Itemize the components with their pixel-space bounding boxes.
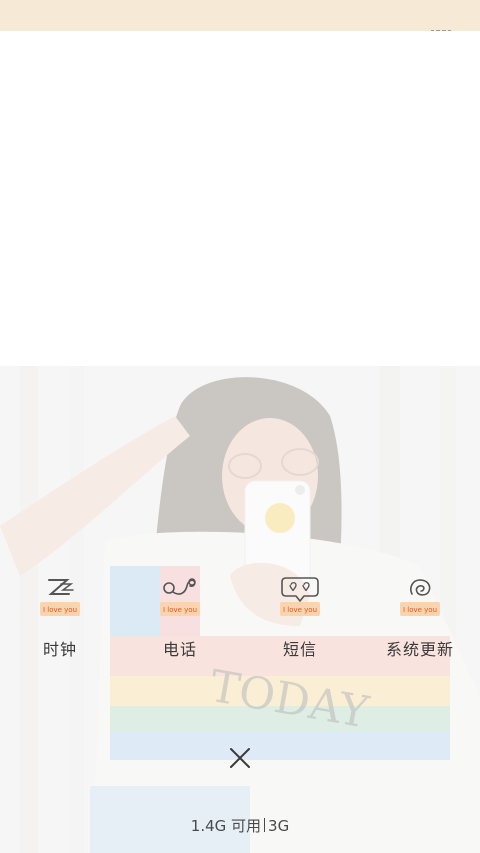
message-doodle-icon: I love you <box>280 577 320 616</box>
svg-text:I love you: I love you <box>43 606 77 614</box>
shortcut-phone[interactable]: I love you 电话 <box>130 574 230 664</box>
shortcut-label: 系统更新 <box>385 640 454 659</box>
memory-total: 3G <box>268 817 290 835</box>
svg-text:I love you: I love you <box>163 606 197 614</box>
shortcut-messages[interactable]: I love you 短信 <box>250 574 350 664</box>
close-icon[interactable] <box>226 744 254 772</box>
shortcut-clock[interactable]: I love you 时钟 <box>10 574 110 664</box>
svg-text:I love you: I love you <box>403 606 437 614</box>
phone-doodle-icon: I love you <box>160 578 200 616</box>
shortcut-system-update[interactable]: I love you 系统更新 <box>370 574 470 664</box>
shortcut-label: 短信 <box>282 640 317 659</box>
memory-info: 1.4G 可用 3G <box>0 815 480 836</box>
svg-text:I love you: I love you <box>283 606 317 614</box>
blank-area <box>0 31 480 366</box>
memory-separator <box>264 818 266 832</box>
update-doodle-icon: I love you <box>400 579 440 616</box>
status-bar <box>0 0 480 31</box>
shortcut-row: I love you 时钟 I love you 电话 I love you 短… <box>0 574 480 664</box>
memory-available: 1.4G 可用 <box>190 817 262 835</box>
shortcut-label: 电话 <box>162 640 197 659</box>
shortcut-label: 时钟 <box>42 640 77 659</box>
clock-doodle-icon: I love you <box>40 579 80 616</box>
